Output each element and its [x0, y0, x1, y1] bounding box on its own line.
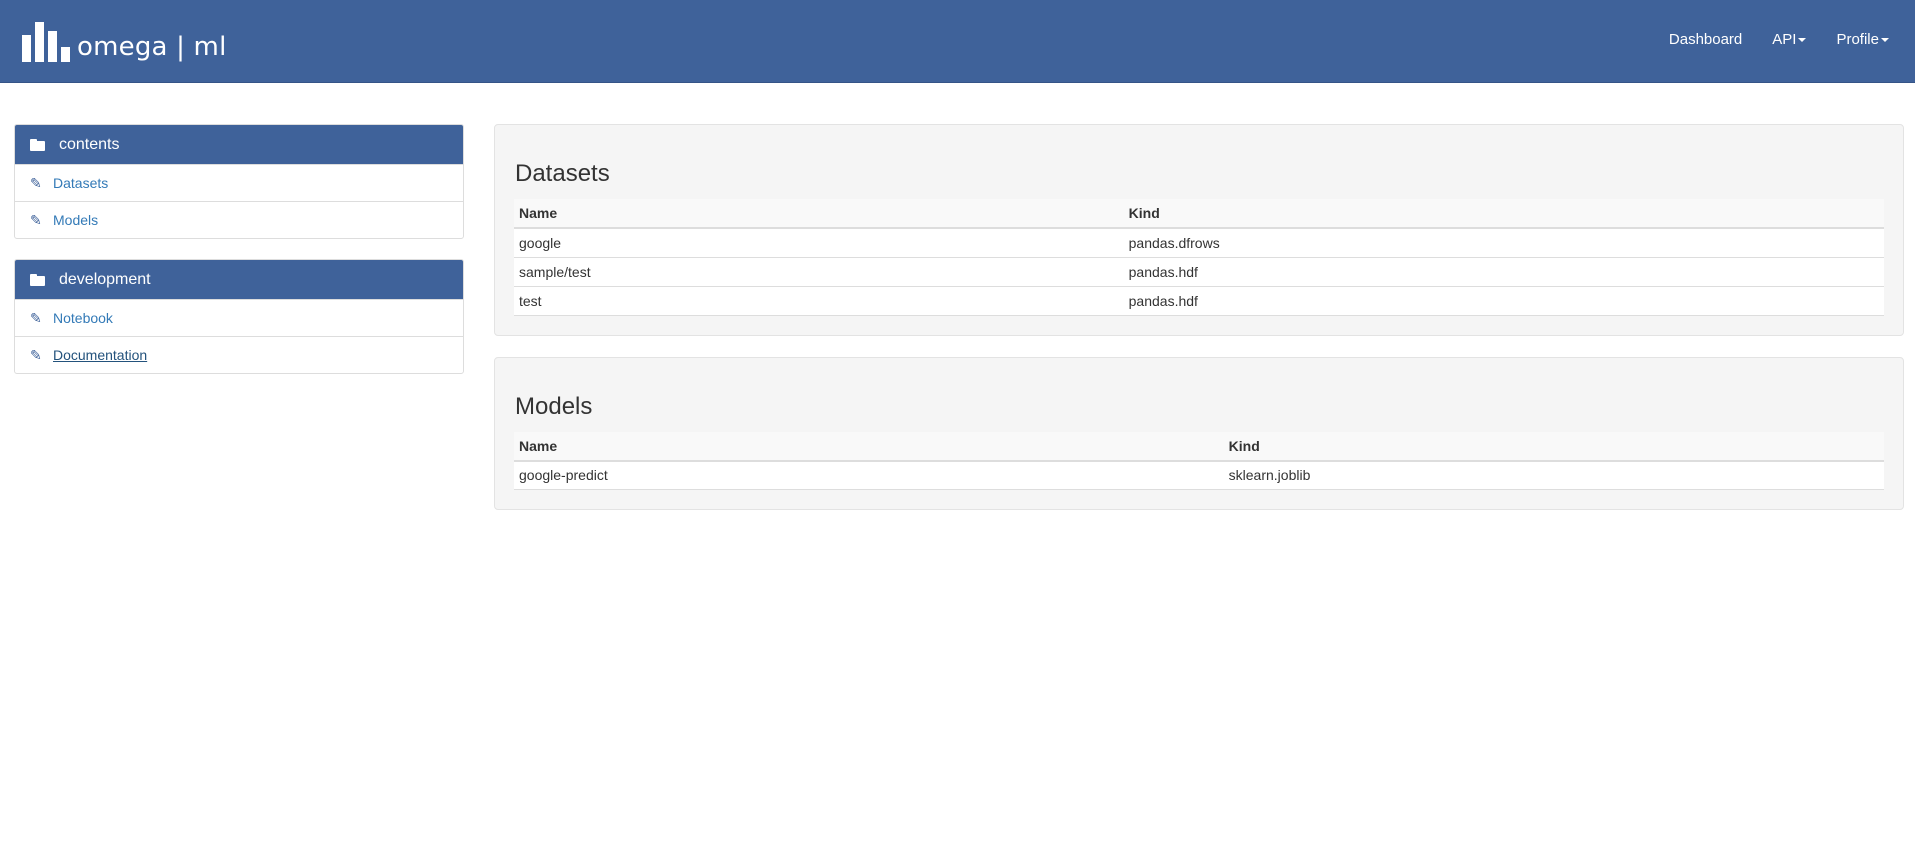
bar-chart-logo-icon — [22, 20, 70, 62]
folder-icon — [30, 274, 45, 286]
nav-api-label: API — [1772, 30, 1797, 48]
datasets-well: Datasets Name Kind google pandas.dfrows … — [494, 124, 1904, 336]
sidebar-item-documentation[interactable]: ✎ Documentation — [15, 336, 463, 373]
table-row[interactable]: google pandas.dfrows — [514, 228, 1884, 258]
development-panel: development ✎ Notebook ✎ Documentation — [14, 259, 464, 374]
brand-logo-link[interactable]: omega | ml — [22, 18, 227, 62]
pencil-icon: ✎ — [30, 347, 42, 363]
contents-panel-heading: contents — [15, 125, 463, 164]
column-header-kind: Kind — [1123, 199, 1884, 229]
models-table: Name Kind google-predict sklearn.joblib — [514, 431, 1884, 490]
navbar-right-menu: Dashboard API Profile — [1639, 0, 1889, 78]
development-panel-heading: development — [15, 260, 463, 299]
dataset-kind-cell: pandas.dfrows — [1123, 228, 1884, 258]
pencil-icon: ✎ — [30, 310, 42, 326]
sidebar-item-label: Models — [53, 212, 99, 228]
caret-down-icon — [1798, 37, 1807, 42]
table-header-row: Name Kind — [514, 199, 1884, 229]
dataset-name-cell: sample/test — [514, 257, 1124, 287]
caret-down-icon — [1881, 37, 1889, 42]
datasets-table: Name Kind google pandas.dfrows sample/te… — [514, 199, 1884, 316]
contents-panel: contents ✎ Datasets ✎ Models — [14, 124, 464, 239]
sidebar-item-datasets[interactable]: ✎ Datasets — [15, 164, 463, 201]
table-row[interactable]: sample/test pandas.hdf — [514, 257, 1884, 287]
nav-dashboard-link[interactable]: Dashboard — [1669, 31, 1742, 48]
sidebar-item-notebook[interactable]: ✎ Notebook — [15, 299, 463, 336]
dataset-name-cell: google — [514, 228, 1124, 258]
folder-icon — [30, 139, 45, 151]
column-header-name: Name — [514, 199, 1124, 229]
table-header-row: Name Kind — [514, 431, 1884, 462]
model-name-cell: google-predict — [514, 460, 1224, 490]
nav-api-dropdown[interactable]: API — [1772, 30, 1807, 48]
sidebar-item-label: Notebook — [53, 310, 113, 326]
top-navbar: omega | ml Dashboard API Profile — [0, 0, 1915, 83]
nav-profile-dropdown[interactable]: Profile — [1836, 31, 1889, 48]
models-title: Models — [515, 392, 593, 420]
dataset-kind-cell: pandas.hdf — [1123, 257, 1884, 287]
brand-text: omega | ml — [77, 32, 227, 62]
sidebar-item-label: Datasets — [53, 175, 109, 191]
table-row[interactable]: google-predict sklearn.joblib — [514, 460, 1884, 490]
datasets-title: Datasets — [515, 160, 610, 187]
contents-panel-title: contents — [59, 135, 120, 153]
sidebar-item-label: Documentation — [53, 347, 148, 363]
models-well: Models Name Kind google-predict sklearn.… — [494, 356, 1904, 510]
main-content: Datasets Name Kind google pandas.dfrows … — [494, 124, 1904, 531]
model-kind-cell: sklearn.joblib — [1223, 460, 1884, 490]
sidebar-item-models[interactable]: ✎ Models — [15, 201, 463, 238]
table-row[interactable]: test pandas.hdf — [514, 286, 1884, 316]
dataset-kind-cell: pandas.hdf — [1123, 286, 1884, 316]
column-header-name: Name — [514, 431, 1224, 462]
sidebar: contents ✎ Datasets ✎ Models development… — [14, 124, 464, 394]
development-panel-title: development — [59, 270, 151, 288]
nav-profile-label: Profile — [1836, 30, 1879, 48]
pencil-icon: ✎ — [30, 175, 42, 191]
pencil-icon: ✎ — [30, 212, 42, 228]
column-header-kind: Kind — [1223, 431, 1884, 462]
dataset-name-cell: test — [514, 286, 1124, 316]
